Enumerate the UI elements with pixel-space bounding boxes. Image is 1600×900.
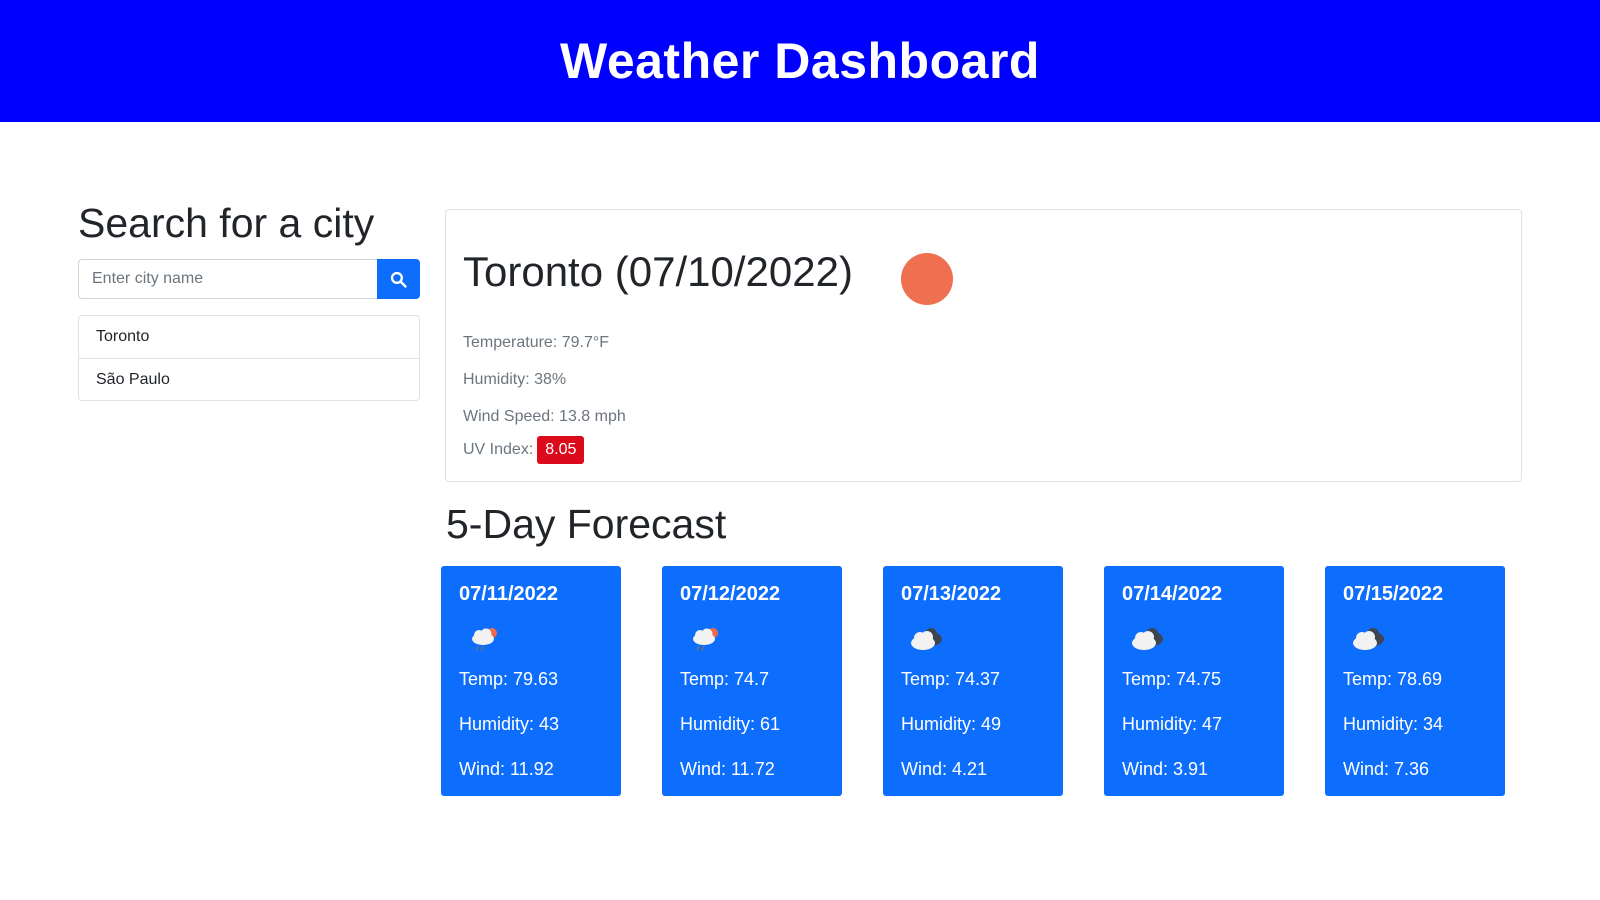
forecast-wind: Wind: 3.91: [1122, 759, 1209, 779]
forecast-card: 07/13/2022 Temp: 74.37 Humidity: 49 Wind…: [883, 566, 1063, 796]
forecast-wind: Wind: 4.21: [901, 759, 988, 779]
forecast-wind: Wind: 7.36: [1343, 759, 1430, 779]
page-title: Weather Dashboard: [560, 33, 1040, 89]
forecast-card: 07/12/2022 Temp: 74.7 Humidity: 61 Wind:…: [662, 566, 842, 796]
forecast-humidity: Humidity: 34: [1343, 714, 1444, 734]
forecast-temp: Temp: 79.63: [459, 669, 559, 689]
search-icon: [390, 271, 407, 288]
forecast-wind: Wind: 11.72: [680, 759, 775, 779]
history-item-sao-paulo[interactable]: São Paulo: [79, 358, 419, 400]
clouds-icon: [1353, 628, 1384, 650]
search-heading: Search for a city: [78, 200, 375, 246]
forecast-card: 07/14/2022 Temp: 74.75 Humidity: 47 Wind…: [1104, 566, 1284, 796]
forecast-date: 07/11/2022: [459, 583, 558, 605]
uv-index-label: UV Index:: [463, 441, 534, 458]
cloud-rain-sun-icon: [472, 628, 497, 652]
forecast-humidity: Humidity: 43: [459, 714, 560, 734]
forecast-wind: Wind: 11.92: [459, 759, 554, 779]
current-weather-card: Toronto (07/10/2022) Temperature: 79.7°F…: [445, 209, 1522, 482]
forecast-list: 07/11/2022 Temp: 79.63 Humidity: 43 Wind…: [441, 566, 1505, 796]
forecast-date: 07/13/2022: [901, 583, 1002, 605]
forecast-temp: Temp: 74.37: [901, 669, 1001, 689]
forecast-heading: 5-Day Forecast: [446, 501, 727, 547]
forecast-date: 07/15/2022: [1343, 583, 1444, 605]
history-item-toronto[interactable]: Toronto: [79, 316, 419, 358]
forecast-humidity: Humidity: 49: [901, 714, 1002, 734]
cloud-rain-sun-icon: [693, 628, 718, 652]
forecast-card: 07/15/2022 Temp: 78.69 Humidity: 34 Wind…: [1325, 566, 1505, 796]
current-uv-row: UV Index: 8.05: [463, 436, 585, 464]
current-city-title: Toronto (07/10/2022): [463, 248, 853, 295]
forecast-temp: Temp: 74.75: [1122, 669, 1222, 689]
forecast-card: 07/11/2022 Temp: 79.63 Humidity: 43 Wind…: [441, 566, 621, 796]
search-button[interactable]: [377, 259, 420, 299]
forecast-temp: Temp: 78.69: [1343, 669, 1443, 689]
search-form: [78, 259, 420, 299]
forecast-humidity: Humidity: 47: [1122, 714, 1223, 734]
app-header: Weather Dashboard: [0, 0, 1600, 122]
uv-index-badge: 8.05: [537, 436, 585, 464]
forecast-date: 07/14/2022: [1122, 583, 1223, 605]
clouds-icon: [911, 628, 942, 650]
current-humidity: Humidity: 38%: [463, 371, 567, 388]
clouds-icon: [1132, 628, 1163, 650]
current-temperature: Temperature: 79.7°F: [463, 334, 610, 351]
forecast-date: 07/12/2022: [680, 583, 781, 605]
sun-dot-icon: [901, 253, 953, 305]
forecast-temp: Temp: 74.7: [680, 669, 770, 689]
forecast-humidity: Humidity: 61: [680, 714, 781, 734]
city-search-input[interactable]: [78, 259, 377, 299]
search-history-list: Toronto São Paulo: [78, 315, 420, 401]
current-wind-speed: Wind Speed: 13.8 mph: [463, 408, 626, 425]
